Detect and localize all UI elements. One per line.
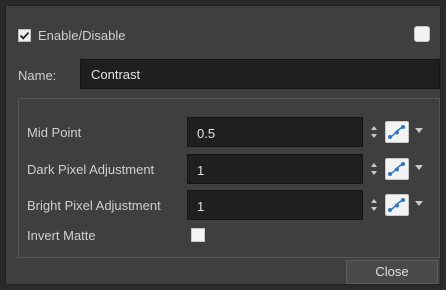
spinner-arrows-icon[interactable] xyxy=(370,161,378,177)
name-label: Name: xyxy=(18,68,57,83)
contrast-dialog: Enable/Disable Name: Contrast Mid Point … xyxy=(5,5,441,285)
invert-matte-checkbox[interactable] xyxy=(191,228,205,242)
invert-matte-label: Invert Matte xyxy=(27,228,96,243)
enable-square-checkbox[interactable] xyxy=(414,26,430,42)
parameters-group: Mid Point 0.5 Dark Pixel Adjustment 1 Br… xyxy=(18,98,440,258)
name-input[interactable]: Contrast xyxy=(80,59,440,89)
check-icon xyxy=(19,31,30,40)
chevron-down-icon[interactable] xyxy=(415,128,423,133)
param-row-dark-pixel: Dark Pixel Adjustment 1 xyxy=(19,154,439,184)
function-curve-icon xyxy=(388,125,405,139)
invert-matte-row: Invert Matte xyxy=(19,226,439,246)
function-curve-button[interactable] xyxy=(385,158,409,180)
close-button[interactable]: Close xyxy=(346,260,438,284)
enable-checkbox[interactable] xyxy=(18,29,31,42)
function-curve-button[interactable] xyxy=(385,194,409,216)
function-curve-icon xyxy=(388,162,405,176)
bright-pixel-label: Bright Pixel Adjustment xyxy=(27,198,161,213)
enable-row[interactable]: Enable/Disable xyxy=(18,28,125,43)
chevron-down-icon[interactable] xyxy=(415,165,423,170)
chevron-down-icon[interactable] xyxy=(415,201,423,206)
spinner-arrows-icon[interactable] xyxy=(370,124,378,140)
mid-point-label: Mid Point xyxy=(27,125,82,140)
spinner-arrows-icon[interactable] xyxy=(370,197,378,213)
enable-label: Enable/Disable xyxy=(38,28,126,43)
function-curve-button[interactable] xyxy=(385,121,409,143)
dark-pixel-input[interactable]: 1 xyxy=(187,154,363,184)
mid-point-input[interactable]: 0.5 xyxy=(187,117,363,147)
param-row-mid-point: Mid Point 0.5 xyxy=(19,117,439,147)
param-row-bright-pixel: Bright Pixel Adjustment 1 xyxy=(19,190,439,220)
function-curve-icon xyxy=(388,198,405,212)
dark-pixel-label: Dark Pixel Adjustment xyxy=(27,162,155,177)
bright-pixel-input[interactable]: 1 xyxy=(187,190,363,220)
